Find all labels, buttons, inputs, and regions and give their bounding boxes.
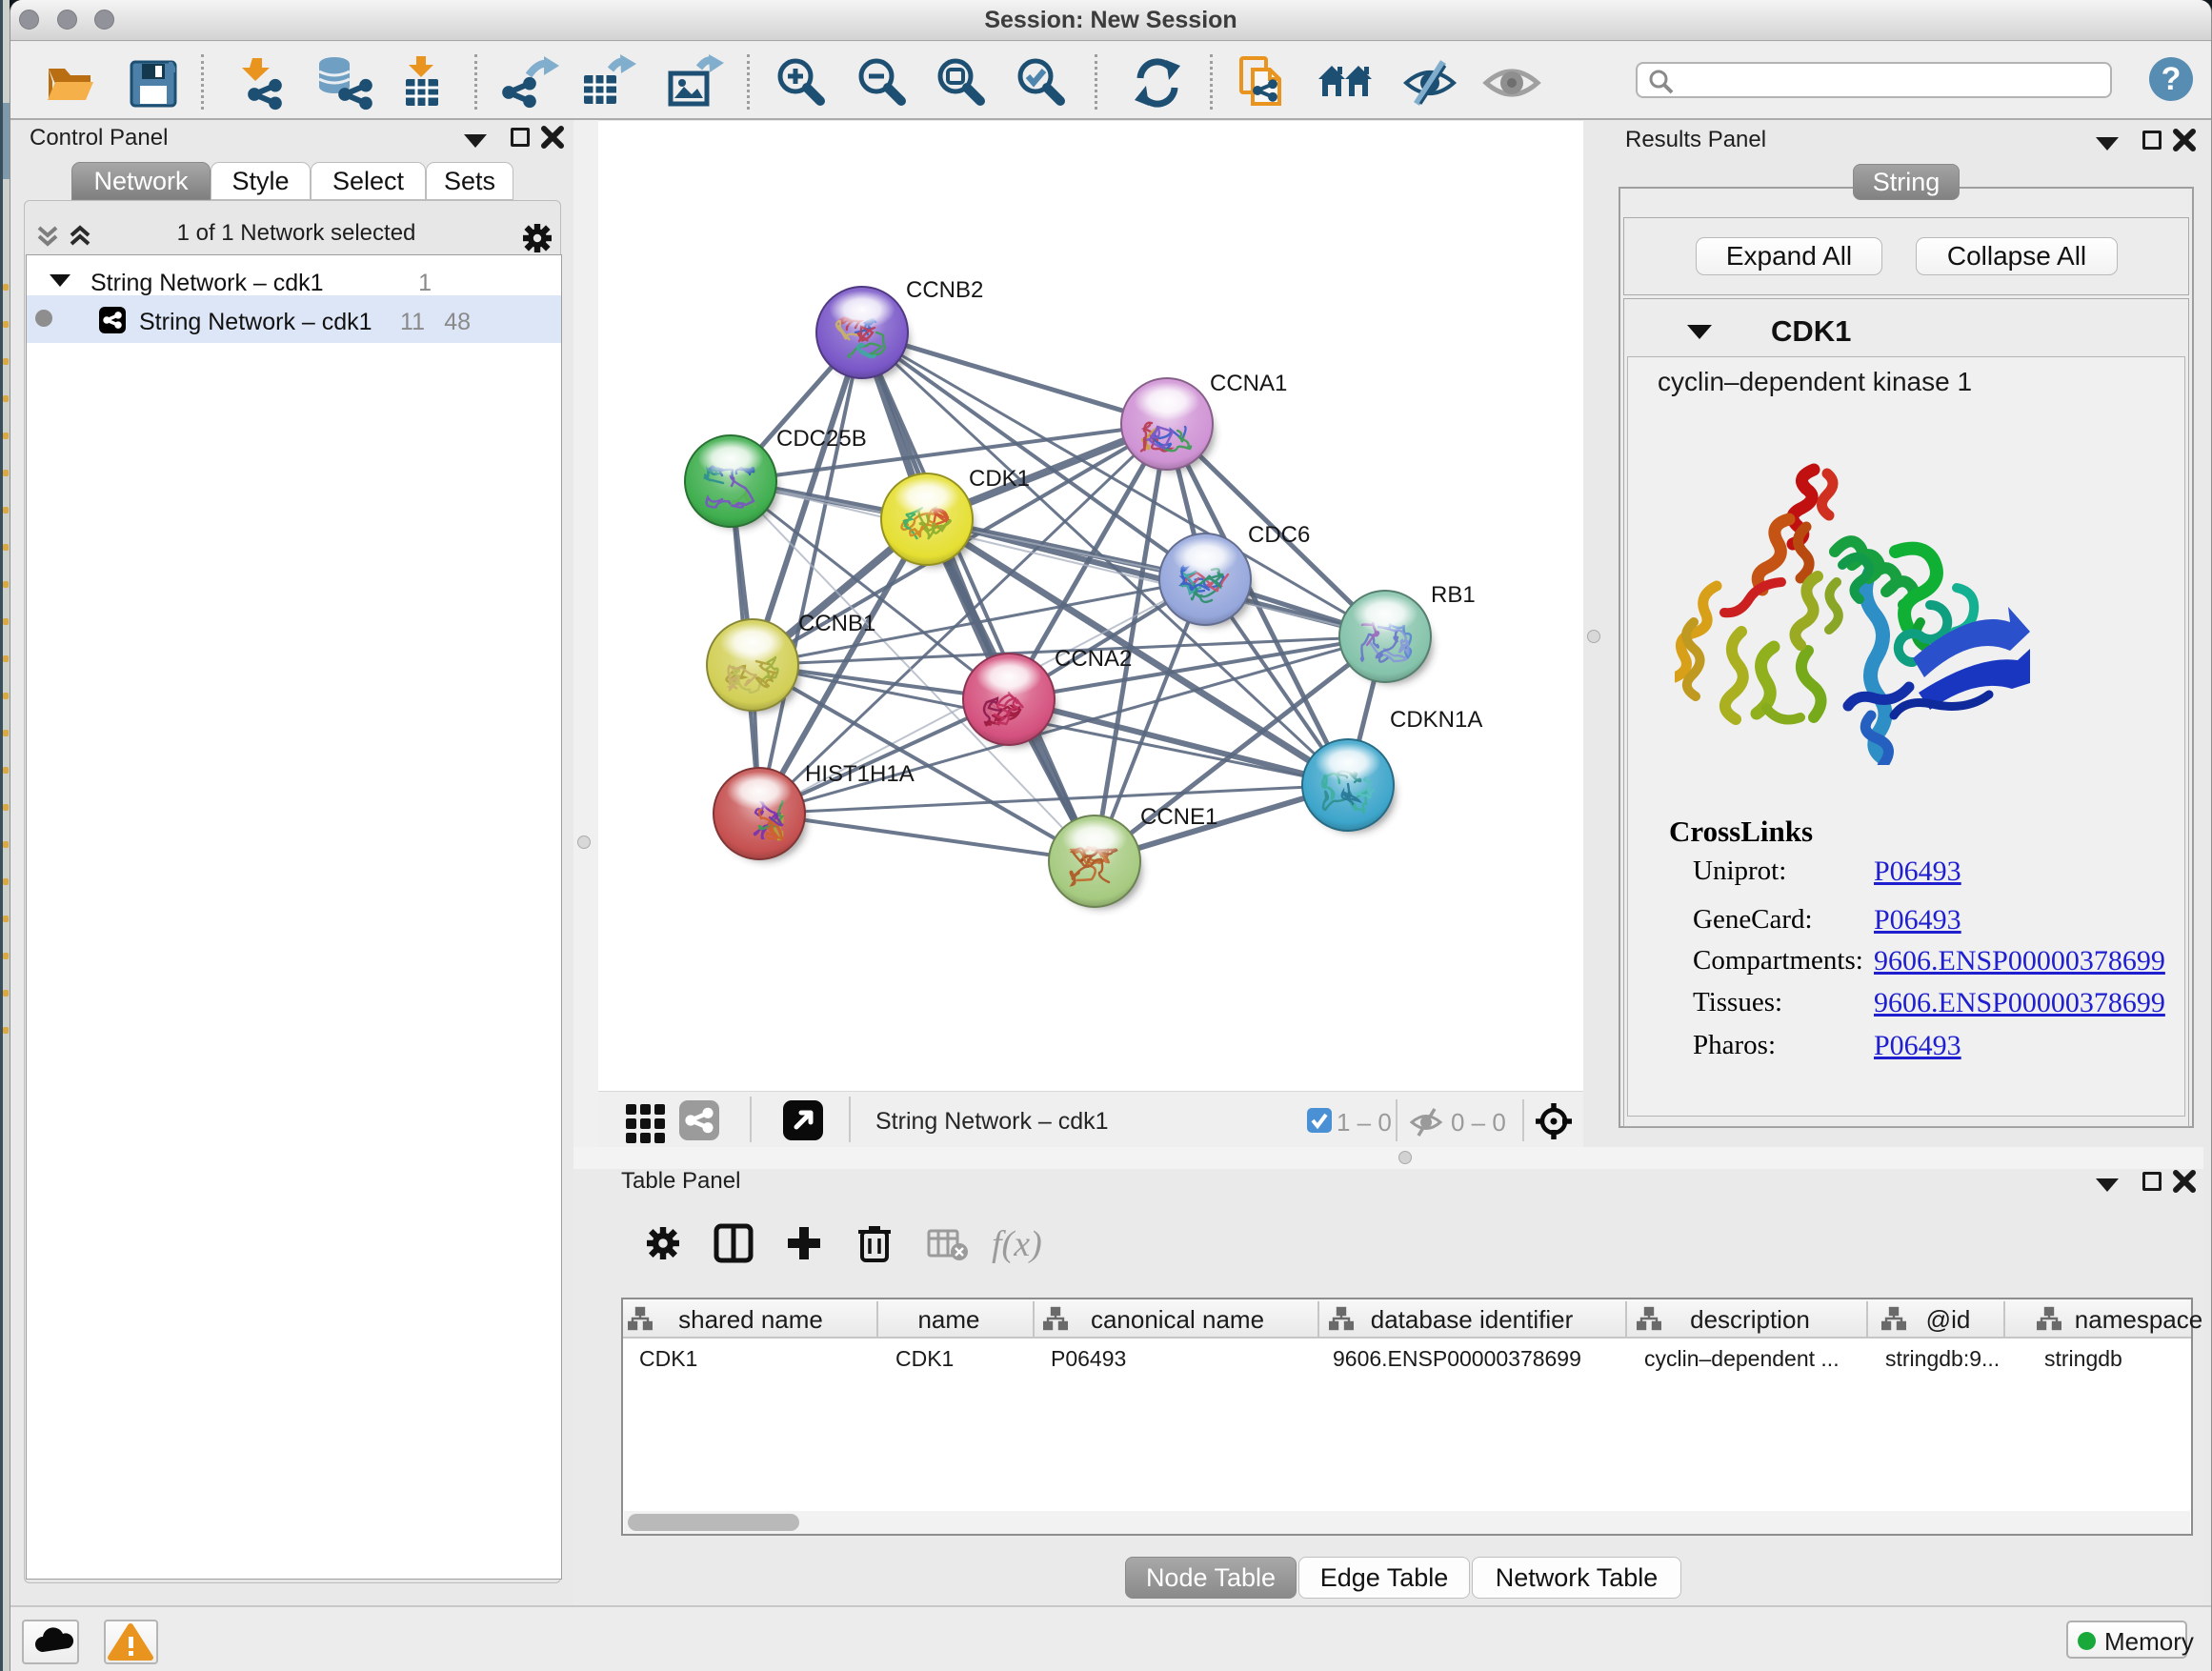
svg-text:CCNA2: CCNA2 [1055,646,1132,672]
svg-text:CDC6: CDC6 [1248,522,1310,548]
svg-text:HIST1H1A: HIST1H1A [805,761,915,787]
svg-text:CDKN1A: CDKN1A [1390,707,1482,733]
svg-text:CDC25B: CDC25B [776,426,867,452]
svg-text:RB1: RB1 [1431,582,1476,608]
svg-text:CCNB2: CCNB2 [906,277,983,303]
svg-text:CCNB1: CCNB1 [798,611,875,636]
svg-text:CCNA1: CCNA1 [1210,371,1287,396]
svg-text:CCNE1: CCNE1 [1140,804,1217,830]
svg-text:CDK1: CDK1 [969,466,1030,492]
